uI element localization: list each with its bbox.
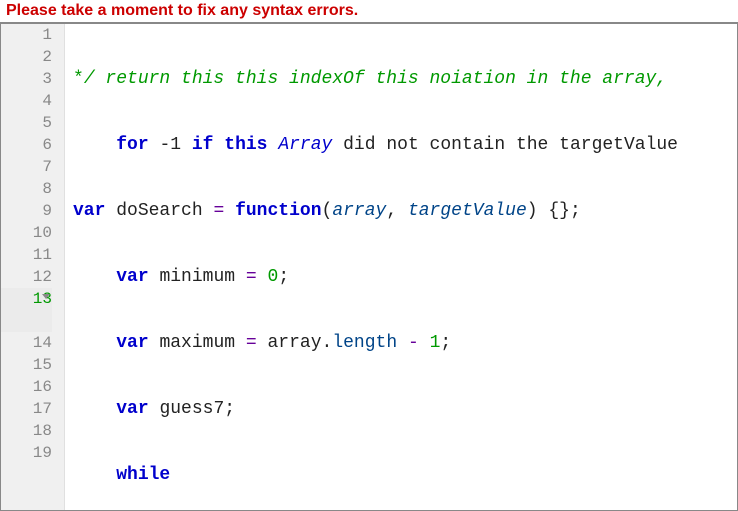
line-number-warning[interactable]: 13 [1, 288, 52, 332]
line-number: 7 [1, 156, 52, 178]
code-line[interactable]: while [73, 464, 737, 486]
line-number: 15 [1, 354, 52, 376]
line-number: 17 [1, 398, 52, 420]
line-number: 4 [1, 90, 52, 112]
line-number: 12 [1, 266, 52, 288]
code-line[interactable]: for -1 if this Array did not contain the… [73, 134, 737, 156]
line-number: 18 [1, 420, 52, 442]
code-line[interactable]: var minimum = 0; [73, 266, 737, 288]
line-number: 10 [1, 222, 52, 244]
code-area[interactable]: */ return this this indexOf this noiatio… [65, 24, 737, 510]
line-number: 5 [1, 112, 52, 134]
code-line[interactable]: var maximum = array.length - 1; [73, 332, 737, 354]
code-line[interactable]: var doSearch = function(array, targetVal… [73, 200, 737, 222]
line-number: 19 [1, 442, 52, 464]
code-line[interactable]: */ return this this indexOf this noiatio… [73, 68, 737, 90]
line-number: 9 [1, 200, 52, 222]
line-number: 6 [1, 134, 52, 156]
line-number: 11 [1, 244, 52, 266]
code-line[interactable]: var guess7; [73, 398, 737, 420]
syntax-error-banner: Please take a moment to fix any syntax e… [0, 0, 738, 23]
line-number: 8 [1, 178, 52, 200]
line-number: 14 [1, 332, 52, 354]
line-number: 3 [1, 68, 52, 90]
code-editor[interactable]: 1 2 3 4 5 6 7 8 9 10 11 12 13 14 15 16 1… [0, 23, 738, 511]
line-number-gutter: 1 2 3 4 5 6 7 8 9 10 11 12 13 14 15 16 1… [1, 24, 65, 510]
line-number: 1 [1, 24, 52, 46]
line-number: 16 [1, 376, 52, 398]
line-number: 2 [1, 46, 52, 68]
